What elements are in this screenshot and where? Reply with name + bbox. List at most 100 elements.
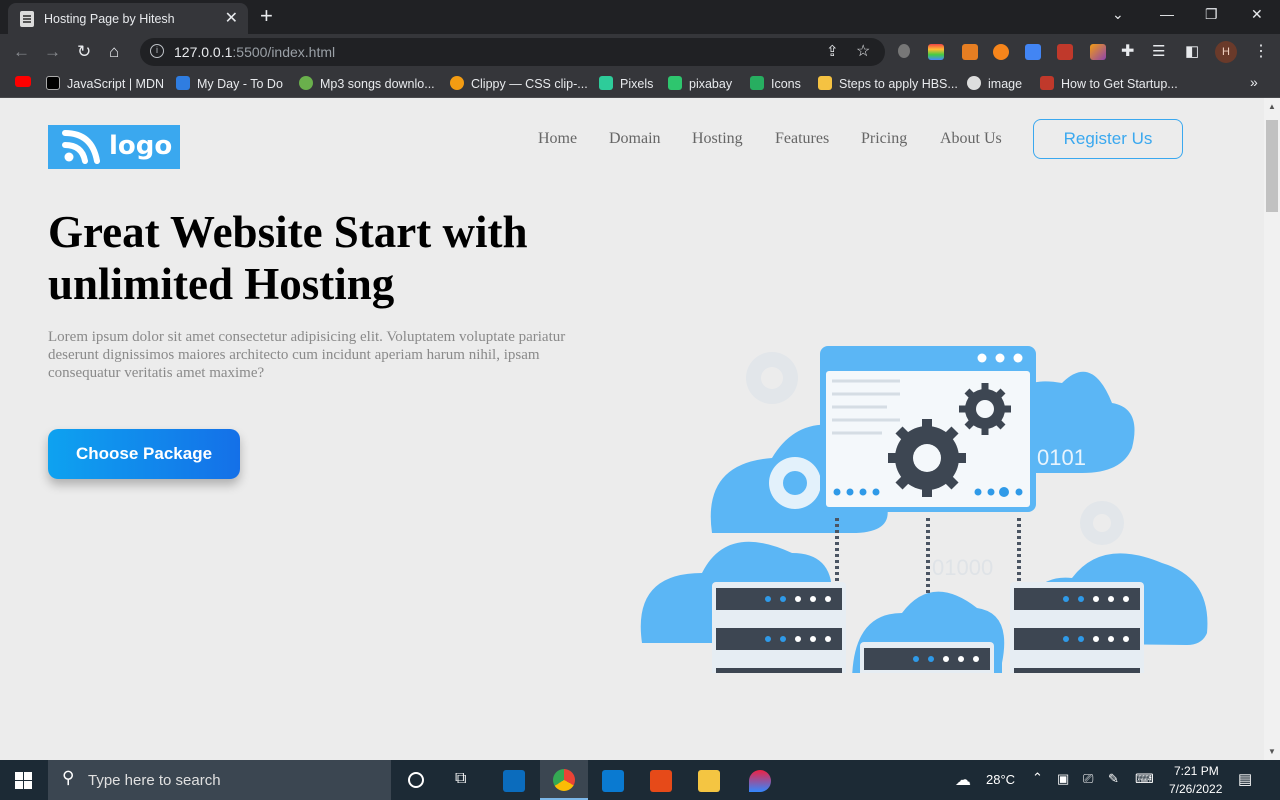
startup-icon bbox=[1040, 76, 1054, 90]
rss-logo-icon bbox=[62, 130, 100, 164]
clock-time[interactable]: 7:21 PM bbox=[1174, 764, 1219, 778]
more-bookmarks-icon[interactable]: » bbox=[1250, 74, 1258, 90]
scroll-down-icon[interactable]: ▼ bbox=[1268, 747, 1276, 756]
bookmark-mp3[interactable]: Mp3 songs downlo... bbox=[299, 76, 435, 91]
extensions-puzzle-icon[interactable]: ✚ bbox=[1121, 42, 1134, 62]
page-favicon-icon bbox=[20, 11, 34, 27]
bookmark-image[interactable]: image bbox=[967, 76, 1022, 91]
tab-search-chevron-icon[interactable]: ⌄ bbox=[1112, 6, 1124, 23]
scroll-up-icon[interactable]: ▲ bbox=[1268, 102, 1276, 111]
chrome-taskbar-button[interactable] bbox=[540, 760, 588, 800]
office-icon[interactable] bbox=[650, 770, 672, 792]
bookmark-startup[interactable]: How to Get Startup... bbox=[1040, 76, 1178, 91]
bookmarks-bar: JavaScript | MDN My Day - To Do Mp3 song… bbox=[0, 70, 1280, 98]
notifications-icon[interactable]: ▤ bbox=[1238, 770, 1252, 788]
browser-tab[interactable]: Hosting Page by Hitesh ✕ bbox=[8, 3, 248, 34]
search-icon: ⚲ bbox=[62, 768, 75, 787]
file-explorer-icon[interactable] bbox=[698, 770, 720, 792]
home-icon[interactable]: ⌂ bbox=[109, 42, 119, 62]
bookmark-youtube[interactable] bbox=[15, 76, 38, 90]
hero-description: Lorem ipsum dolor sit amet consectetur a… bbox=[48, 329, 566, 381]
taskbar-search-box[interactable]: ⚲ Type here to search bbox=[48, 760, 391, 800]
clippy-icon bbox=[450, 76, 464, 90]
pixels-icon bbox=[599, 76, 613, 90]
tab-title: Hosting Page by Hitesh bbox=[44, 12, 175, 26]
side-panel-icon[interactable]: ◧ bbox=[1185, 42, 1199, 62]
network-icon[interactable]: ⎚ bbox=[1083, 771, 1093, 787]
svg-text:0101: 0101 bbox=[1037, 445, 1086, 470]
paint-icon[interactable] bbox=[749, 770, 771, 792]
youtube-icon bbox=[15, 76, 31, 87]
extension-icon[interactable] bbox=[1090, 44, 1106, 60]
close-tab-icon[interactable]: ✕ bbox=[225, 8, 238, 28]
extension-icon[interactable] bbox=[928, 44, 944, 60]
extension-icon[interactable] bbox=[1057, 44, 1073, 60]
register-button[interactable]: Register Us bbox=[1033, 119, 1183, 159]
nav-link-about-us[interactable]: About Us bbox=[940, 130, 1002, 148]
page-scrollbar[interactable]: ▲ ▼ bbox=[1264, 98, 1280, 760]
share-icon[interactable]: ⇪ bbox=[826, 42, 839, 60]
keyboard-icon[interactable]: ⌨ bbox=[1135, 771, 1154, 787]
weather-temp[interactable]: 28°C bbox=[986, 772, 1015, 787]
nav-link-pricing[interactable]: Pricing bbox=[861, 130, 907, 148]
hbs-icon bbox=[818, 76, 832, 90]
back-icon[interactable]: ← bbox=[13, 42, 30, 62]
reload-icon[interactable]: ↻ bbox=[77, 42, 91, 62]
chrome-icon bbox=[553, 769, 575, 791]
browser-tab-strip: Hosting Page by Hitesh ✕ + ⌄ — ❐ ✕ bbox=[0, 0, 1280, 34]
address-bar[interactable]: i 127.0.0.1:5500/index.html ⇪ ☆ bbox=[140, 38, 885, 66]
forward-icon[interactable]: → bbox=[44, 42, 61, 62]
address-url: 127.0.0.1:5500/index.html bbox=[174, 44, 336, 60]
pixabay-icon bbox=[668, 76, 682, 90]
taskbar-search-placeholder: Type here to search bbox=[88, 772, 221, 789]
extension-icon[interactable] bbox=[898, 44, 910, 58]
windows-start-icon[interactable] bbox=[15, 772, 32, 789]
metamask-icon[interactable] bbox=[993, 44, 1009, 60]
tray-app-icon[interactable]: ▣ bbox=[1057, 771, 1069, 787]
translate-icon[interactable] bbox=[1025, 44, 1041, 60]
logo-text: logo bbox=[109, 131, 173, 161]
vscode-icon[interactable] bbox=[602, 770, 624, 792]
bookmark-icons[interactable]: Icons bbox=[750, 76, 801, 91]
site-logo[interactable]: logo bbox=[48, 125, 180, 169]
pen-icon[interactable]: ✎ bbox=[1108, 771, 1119, 787]
choose-package-button[interactable]: Choose Package bbox=[48, 429, 240, 479]
todo-check-icon bbox=[176, 76, 190, 90]
bookmark-hbs[interactable]: Steps to apply HBS... bbox=[818, 76, 958, 91]
weather-cloud-icon[interactable]: ☁ bbox=[955, 770, 971, 790]
nav-link-home[interactable]: Home bbox=[538, 130, 577, 148]
bookmark-pixabay[interactable]: pixabay bbox=[668, 76, 732, 91]
web-page: logo Home Domain Hosting Features Pricin… bbox=[0, 98, 1264, 760]
clock-date[interactable]: 7/26/2022 bbox=[1169, 782, 1222, 796]
bookmark-pixels[interactable]: Pixels bbox=[599, 76, 653, 91]
menu-kebab-icon[interactable]: ⋮ bbox=[1253, 42, 1269, 62]
tray-chevron-icon[interactable]: ⌃ bbox=[1032, 770, 1043, 786]
media-queue-icon[interactable]: ☰ bbox=[1152, 42, 1165, 62]
site-info-icon[interactable]: i bbox=[150, 44, 164, 58]
task-view-icon[interactable]: ⧉ bbox=[455, 770, 466, 788]
icons-icon bbox=[750, 76, 764, 90]
mp3-icon bbox=[299, 76, 313, 90]
close-window-icon[interactable]: ✕ bbox=[1251, 6, 1263, 23]
nav-link-features[interactable]: Features bbox=[775, 130, 829, 148]
nav-link-hosting[interactable]: Hosting bbox=[692, 130, 743, 148]
restore-icon[interactable]: ❐ bbox=[1205, 6, 1218, 23]
mdn-icon bbox=[46, 76, 60, 90]
mail-app-icon[interactable] bbox=[503, 770, 525, 792]
bookmark-mdn[interactable]: JavaScript | MDN bbox=[46, 76, 164, 91]
windows-taskbar: ⚲ Type here to search ⧉ ☁ 28°C ⌃ ▣ ⎚ ✎ ⌨… bbox=[0, 760, 1280, 800]
profile-avatar[interactable]: H bbox=[1215, 41, 1237, 63]
bookmark-star-icon[interactable]: ☆ bbox=[856, 41, 870, 61]
new-tab-icon[interactable]: + bbox=[260, 3, 273, 29]
bookmark-clippy[interactable]: Clippy — CSS clip-... bbox=[450, 76, 588, 91]
scrollbar-thumb[interactable] bbox=[1266, 120, 1278, 212]
nav-link-domain[interactable]: Domain bbox=[609, 130, 661, 148]
svg-text:01000: 01000 bbox=[932, 555, 993, 580]
hero-title: Great Website Start with unlimited Hosti… bbox=[48, 207, 528, 309]
bookmark-todo[interactable]: My Day - To Do bbox=[176, 76, 283, 91]
minimize-icon[interactable]: — bbox=[1160, 6, 1174, 22]
cortana-icon[interactable] bbox=[408, 772, 424, 788]
extension-icon[interactable] bbox=[962, 44, 978, 60]
image-icon bbox=[967, 76, 981, 90]
browser-toolbar: ← → ↻ ⌂ i 127.0.0.1:5500/index.html ⇪ ☆ … bbox=[0, 34, 1280, 70]
